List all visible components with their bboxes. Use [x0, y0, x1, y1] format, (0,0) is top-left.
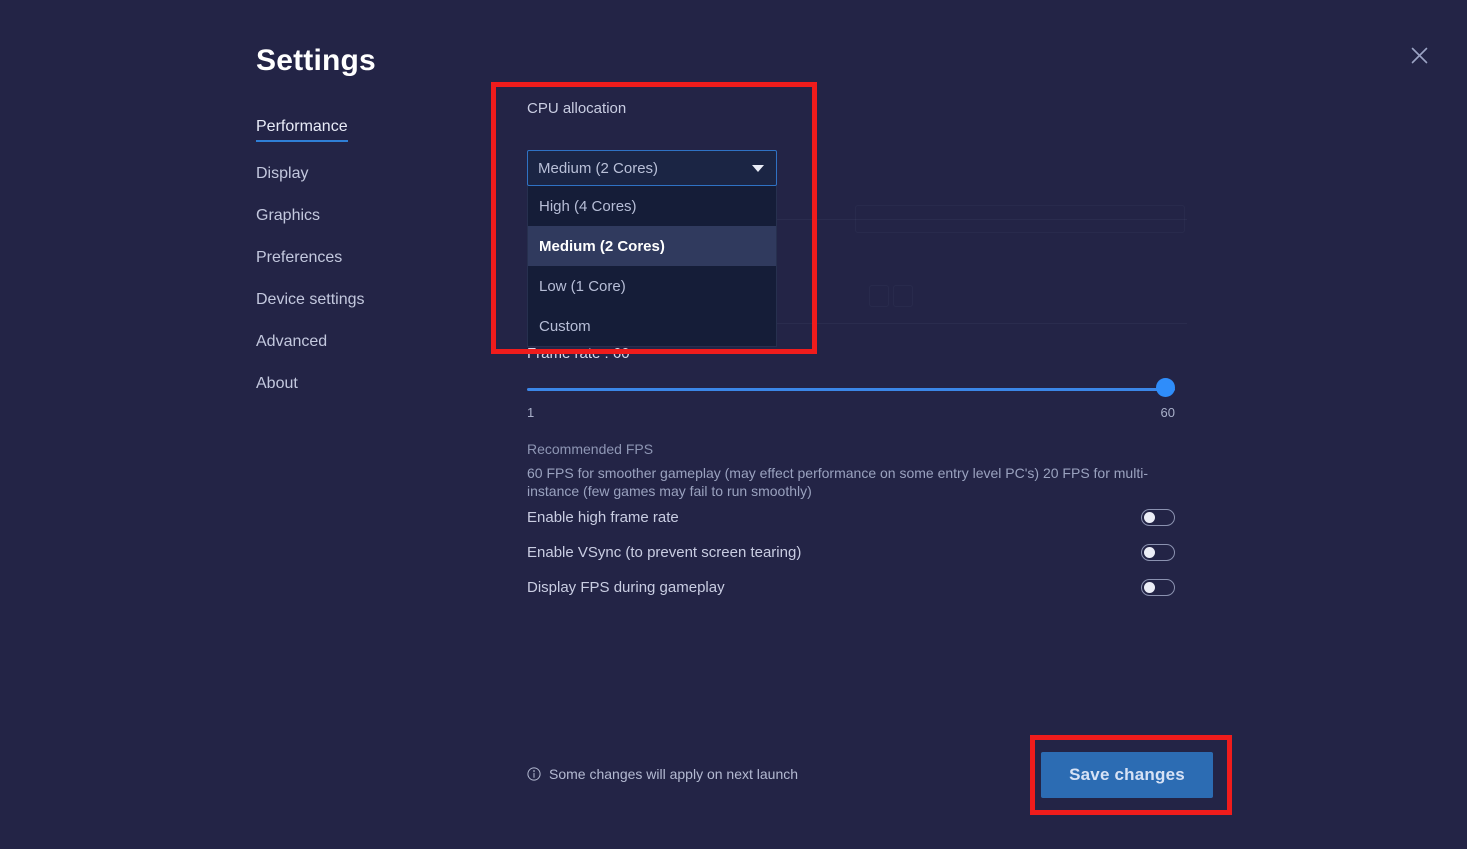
sidebar: Performance Display Graphics Preferences…	[256, 118, 466, 417]
chevron-down-icon	[752, 164, 764, 172]
settings-dialog: Settings Performance Display Graphics Pr…	[0, 0, 1467, 849]
slider-track[interactable]	[527, 388, 1175, 391]
toggle-row-vsync: Enable VSync (to prevent screen tearing)	[527, 535, 1175, 570]
footer-note: Some changes will apply on next launch	[527, 766, 798, 782]
recommended-fps-title: Recommended FPS	[527, 441, 654, 457]
frame-rate-slider[interactable]	[527, 378, 1175, 397]
toggle-knob	[1144, 582, 1155, 593]
cpu-option-custom[interactable]: Custom	[528, 306, 776, 346]
slider-min-label: 1	[527, 405, 535, 420]
recommended-fps-block: Recommended FPS 60 FPS for smoother game…	[527, 441, 1175, 501]
sidebar-item-graphics[interactable]: Graphics	[256, 208, 320, 226]
sidebar-row: Advanced	[256, 333, 466, 375]
toggle-label: Display FPS during gameplay	[527, 579, 725, 596]
footer-note-text: Some changes will apply on next launch	[549, 766, 799, 782]
toggle-list: Enable high frame rate Enable VSync (to …	[527, 500, 1175, 605]
cpu-option-medium[interactable]: Medium (2 Cores)	[528, 226, 776, 266]
sidebar-row: Graphics	[256, 207, 466, 249]
cpu-allocation-option-list: High (4 Cores) Medium (2 Cores) Low (1 C…	[527, 186, 777, 347]
close-icon[interactable]	[1404, 40, 1434, 70]
toggle-label: Enable VSync (to prevent screen tearing)	[527, 544, 802, 561]
frame-rate-label: Frame rate : 60	[527, 345, 630, 362]
slider-thumb[interactable]	[1156, 378, 1175, 397]
cpu-allocation-select[interactable]: Medium (2 Cores)	[527, 150, 777, 186]
sidebar-item-display[interactable]: Display	[256, 166, 308, 184]
page-title: Settings	[256, 44, 376, 77]
cpu-option-high[interactable]: High (4 Cores)	[528, 186, 776, 226]
sidebar-item-performance[interactable]: Performance	[256, 119, 348, 142]
toggle-label: Enable high frame rate	[527, 509, 679, 526]
sidebar-row: About	[256, 375, 466, 417]
cpu-allocation-section: CPU allocation	[527, 100, 1175, 133]
cpu-allocation-dropdown: Medium (2 Cores) High (4 Cores) Medium (…	[527, 150, 777, 347]
toggle-vsync[interactable]	[1141, 544, 1175, 561]
sidebar-item-preferences[interactable]: Preferences	[256, 250, 342, 268]
sidebar-row: Display	[256, 165, 466, 207]
sidebar-item-advanced[interactable]: Advanced	[256, 334, 327, 352]
toggle-display-fps[interactable]	[1141, 579, 1175, 596]
slider-max-label: 60	[1160, 405, 1175, 420]
sidebar-row: Performance	[256, 118, 466, 165]
toggle-row-display-fps: Display FPS during gameplay	[527, 570, 1175, 605]
toggle-row-high-frame-rate: Enable high frame rate	[527, 500, 1175, 535]
background-ghost-block	[893, 285, 913, 307]
info-circle-icon	[527, 767, 541, 781]
recommended-fps-text: 60 FPS for smoother gameplay (may effect…	[527, 465, 1148, 500]
cpu-option-low[interactable]: Low (1 Core)	[528, 266, 776, 306]
sidebar-item-device-settings[interactable]: Device settings	[256, 292, 365, 310]
toggle-knob	[1144, 512, 1155, 523]
frame-rate-section: Frame rate : 60 1 60 Recommended FPS 60 …	[527, 345, 1175, 501]
sidebar-row: Preferences	[256, 249, 466, 291]
save-changes-button[interactable]: Save changes	[1041, 752, 1213, 798]
cpu-allocation-label: CPU allocation	[527, 100, 627, 117]
toggle-high-frame-rate[interactable]	[1141, 509, 1175, 526]
toggle-knob	[1144, 547, 1155, 558]
cpu-allocation-selected-value: Medium (2 Cores)	[538, 159, 659, 177]
background-ghost-block	[869, 285, 889, 307]
sidebar-row: Device settings	[256, 291, 466, 333]
background-ghost-block	[855, 205, 1185, 233]
sidebar-item-about[interactable]: About	[256, 376, 298, 394]
slider-scale: 1 60	[527, 405, 1175, 420]
